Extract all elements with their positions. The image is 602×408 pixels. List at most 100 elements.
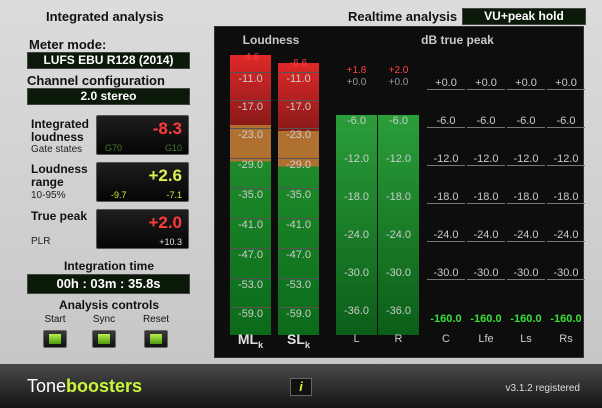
gate-g10: G10 bbox=[164, 143, 182, 153]
ml-scale-tick: -17.0 bbox=[230, 100, 271, 113]
sl-scale-tick: -35.0 bbox=[278, 188, 319, 201]
ch-floor-value: -160.0 bbox=[470, 313, 502, 325]
meter-mode-label: Meter mode: bbox=[29, 37, 107, 52]
ch-scale-tick: -6.0 bbox=[507, 115, 545, 128]
ch-scale-tick: -12.0 bbox=[547, 153, 585, 166]
peak-zero-tick: +0.0 bbox=[346, 77, 367, 88]
true-peak-title: dB true peak bbox=[421, 33, 494, 47]
brand-b: boosters bbox=[66, 376, 143, 396]
realtime-mode-select[interactable]: VU+peak hold bbox=[462, 8, 586, 25]
sl-label: SLk bbox=[278, 331, 319, 350]
info-button[interactable]: i bbox=[290, 378, 312, 396]
ch-scale-tick: +0.0 bbox=[547, 77, 585, 90]
range-percent-label: 10-95% bbox=[31, 190, 66, 201]
stop-icon bbox=[150, 334, 162, 344]
play-icon bbox=[49, 334, 61, 344]
ml-max-value: -4.6 bbox=[241, 52, 260, 63]
gate-states-label: Gate states bbox=[31, 144, 83, 155]
ch-floor-value: -160.0 bbox=[550, 313, 582, 325]
integrated-loudness-display: -8.3 G70 G10 bbox=[96, 115, 189, 155]
ml-scale-tick: -29.0 bbox=[230, 158, 271, 171]
l-peak-value: +1.8 bbox=[346, 65, 367, 76]
sl-scale-tick: -23.0 bbox=[278, 128, 319, 141]
integrated-label-2: loudness bbox=[31, 130, 84, 144]
sl-scale-tick: -47.0 bbox=[278, 248, 319, 261]
lr-scale-tick: -36.0 bbox=[343, 305, 370, 317]
ch-floor-value: -160.0 bbox=[510, 313, 542, 325]
channel-label-rs: Rs bbox=[559, 333, 573, 345]
ch-scale-tick: -6.0 bbox=[467, 115, 505, 128]
channel-label-lfe: Lfe bbox=[478, 333, 494, 345]
true-peak-display: +2.0 +10.3 bbox=[96, 209, 189, 249]
analysis-controls-label: Analysis controls bbox=[58, 298, 160, 312]
integration-time-label: Integration time bbox=[63, 259, 154, 273]
sync-icon bbox=[98, 334, 110, 344]
range-label-2: range bbox=[31, 175, 64, 189]
sl-scale-tick: -59.0 bbox=[278, 307, 319, 320]
ml-label: MLk bbox=[230, 331, 271, 350]
meter-panel: Loudness dB true peak -4.6 -6.6 +1.8 +2.… bbox=[214, 26, 585, 358]
plr-label: PLR bbox=[31, 236, 51, 247]
channel-config-label: Channel configuration bbox=[27, 73, 165, 88]
sl-label-text: SL bbox=[287, 331, 305, 347]
lr-scale-tick: -12.0 bbox=[385, 153, 412, 165]
loudness-title: Loudness bbox=[242, 33, 300, 47]
lr-scale-tick: -24.0 bbox=[385, 229, 412, 241]
ml-scale-tick: -47.0 bbox=[230, 248, 271, 261]
ch-scale-tick: -12.0 bbox=[427, 153, 465, 166]
ch-scale-tick: -30.0 bbox=[427, 267, 465, 280]
sl-scale-tick: -53.0 bbox=[278, 278, 319, 291]
loudness-range-value: +2.6 bbox=[148, 166, 182, 185]
integrated-loudness-value: -8.3 bbox=[152, 119, 182, 138]
meter-mode-select[interactable]: LUFS EBU R128 (2014) bbox=[27, 52, 190, 69]
channel-label-ls: Ls bbox=[520, 333, 532, 345]
ml-scale-tick: -41.0 bbox=[230, 218, 271, 231]
ml-scale-tick: -53.0 bbox=[230, 278, 271, 291]
ch-scale-tick: -6.0 bbox=[427, 115, 465, 128]
integrated-analysis-title: Integrated analysis bbox=[46, 9, 164, 24]
sl-k: k bbox=[304, 339, 310, 350]
ch-scale-tick: -12.0 bbox=[467, 153, 505, 166]
range-high-value: -7.1 bbox=[166, 190, 182, 200]
lr-scale-tick: -24.0 bbox=[343, 229, 370, 241]
sl-scale-tick: -17.0 bbox=[278, 100, 319, 113]
version-label: v3.1.2 registered bbox=[505, 383, 581, 394]
start-button[interactable] bbox=[43, 330, 67, 348]
ch-scale-tick: -30.0 bbox=[507, 267, 545, 280]
lr-scale-tick: -6.0 bbox=[347, 115, 366, 127]
footer-bar: Toneboosters i v3.1.2 registered bbox=[0, 364, 602, 408]
gate-g70: G70 bbox=[105, 143, 123, 153]
ml-scale-tick: -23.0 bbox=[230, 128, 271, 141]
lr-scale-tick: -12.0 bbox=[343, 153, 370, 165]
ml-scale-tick: -35.0 bbox=[230, 188, 271, 201]
lr-scale-tick: -36.0 bbox=[385, 305, 412, 317]
lr-scale-tick: -30.0 bbox=[385, 267, 412, 279]
reset-button[interactable] bbox=[144, 330, 168, 348]
lr-scale-tick: -18.0 bbox=[385, 191, 412, 203]
sl-scale-tick: -29.0 bbox=[278, 158, 319, 171]
ml-label-text: ML bbox=[237, 331, 259, 347]
ch-scale-tick: +0.0 bbox=[507, 77, 545, 90]
ch-scale-tick: -6.0 bbox=[547, 115, 585, 128]
sl-scale-tick: -41.0 bbox=[278, 218, 319, 231]
sl-scale-tick: -11.0 bbox=[278, 72, 319, 85]
ch-scale-tick: -18.0 bbox=[507, 191, 545, 204]
ch-scale-tick: +0.0 bbox=[467, 77, 505, 90]
channel-label-r: R bbox=[394, 333, 403, 345]
lr-scale-tick: -30.0 bbox=[343, 267, 370, 279]
channel-config-select[interactable]: 2.0 stereo bbox=[27, 88, 190, 105]
sl-max-value: -6.6 bbox=[289, 58, 308, 69]
ch-scale-tick: -12.0 bbox=[507, 153, 545, 166]
true-peak-value: +2.0 bbox=[148, 213, 182, 232]
l-bar bbox=[336, 115, 377, 335]
ml-scale-tick: -11.0 bbox=[230, 72, 271, 85]
ml-scale-tick: -59.0 bbox=[230, 307, 271, 320]
realtime-analysis-label: Realtime analysis bbox=[348, 9, 458, 24]
ch-scale-tick: -18.0 bbox=[427, 191, 465, 204]
integration-time-display: 00h : 03m : 35.8s bbox=[27, 274, 190, 294]
channel-label-l: L bbox=[353, 333, 360, 345]
lr-scale-tick: -18.0 bbox=[343, 191, 370, 203]
ch-scale-tick: -24.0 bbox=[467, 229, 505, 242]
true-peak-label: True peak bbox=[31, 209, 88, 223]
sync-button[interactable] bbox=[92, 330, 116, 348]
